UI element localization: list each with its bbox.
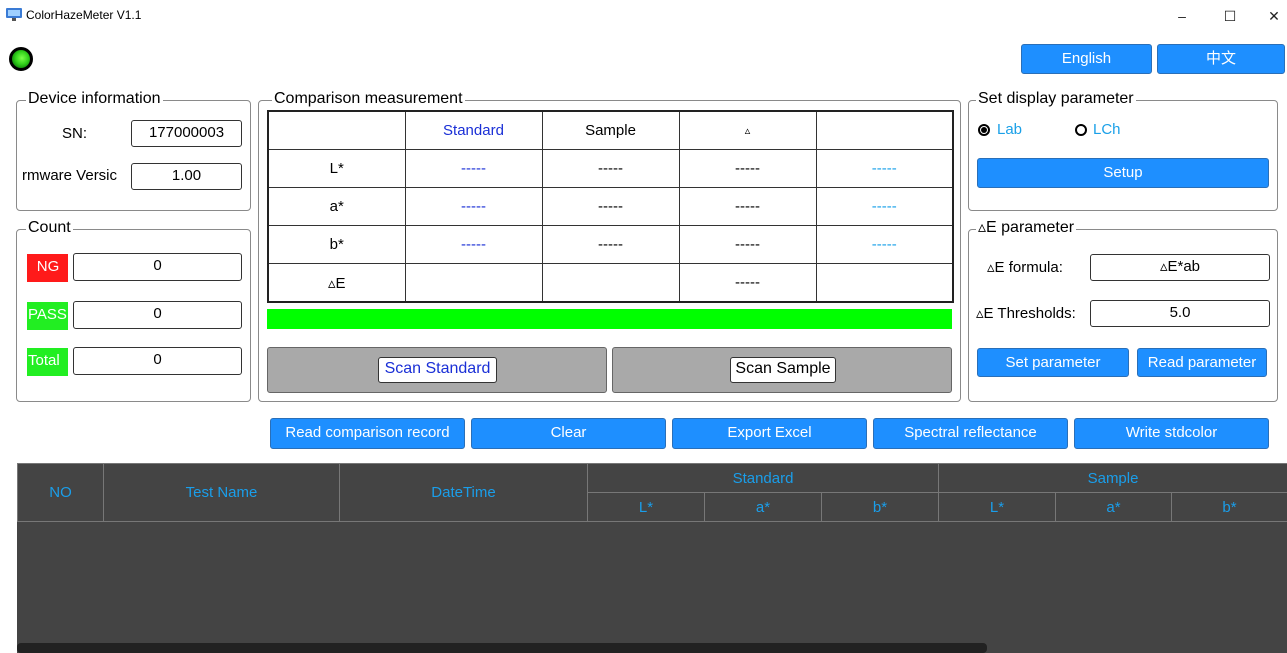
delta-value: -----	[678, 187, 817, 226]
minimize-button[interactable]: –	[1162, 4, 1202, 28]
de-thresholds-field[interactable]: 5.0	[1090, 300, 1270, 327]
row-label: a*	[267, 187, 406, 226]
comparison-header-row: Standard Sample ▵	[267, 110, 954, 150]
comparison-row-l: L* ----- ----- ----- -----	[267, 149, 954, 188]
col-header-standard-l[interactable]: L*	[587, 492, 705, 522]
header-sample: Sample	[541, 110, 680, 150]
spectral-reflectance-button[interactable]: Spectral reflectance	[873, 418, 1068, 449]
export-excel-button[interactable]: Export Excel	[672, 418, 867, 449]
sample-value: -----	[541, 187, 680, 226]
col-header-sample-l[interactable]: L*	[938, 492, 1057, 522]
col-header-no[interactable]: NO	[17, 463, 104, 522]
lch-radio[interactable]	[1075, 124, 1087, 136]
read-comparison-record-button[interactable]: Read comparison record	[270, 418, 465, 449]
delta-value: -----	[678, 225, 817, 264]
extra-value: -----	[815, 187, 954, 226]
header-delta: ▵	[678, 110, 817, 150]
ng-count-field: 0	[73, 253, 242, 281]
radio-selected-dot	[981, 127, 987, 133]
col-header-sample-a[interactable]: a*	[1055, 492, 1173, 522]
device-info-title: Device information	[26, 90, 163, 108]
lch-label[interactable]: LCh	[1093, 120, 1121, 140]
scan-sample-button[interactable]: Scan Sample	[730, 357, 836, 383]
comparison-row-b: b* ----- ----- ----- -----	[267, 225, 954, 264]
device-info-group	[16, 100, 251, 211]
total-badge: Total	[27, 348, 68, 376]
sample-value: -----	[541, 225, 680, 264]
standard-value: -----	[404, 149, 543, 188]
col-header-test-name[interactable]: Test Name	[103, 463, 340, 522]
pass-badge: PASS	[27, 302, 68, 330]
col-header-sample-b[interactable]: b*	[1171, 492, 1287, 522]
measurement-status-bar	[267, 309, 952, 329]
total-count-field: 0	[73, 347, 242, 375]
app-icon	[6, 8, 22, 21]
firmware-label: rmware Versic	[22, 167, 118, 184]
scan-standard-button[interactable]: Scan Standard	[378, 357, 497, 383]
comparison-row-de: ▵E -----	[267, 263, 954, 303]
title-bar: ColorHazeMeter V1.1 – ☐ ✕	[0, 0, 1287, 32]
connection-status-led	[9, 47, 33, 71]
standard-value: -----	[404, 225, 543, 264]
sample-value	[541, 263, 680, 303]
comparison-table: Standard Sample ▵ L* ----- ----- ----- -…	[267, 110, 954, 303]
results-grid[interactable]: NO Test Name DateTime Standard Sample L*…	[17, 463, 1287, 653]
row-label: ▵E	[267, 263, 406, 303]
extra-value: -----	[815, 149, 954, 188]
display-param-group	[968, 100, 1278, 211]
ng-badge: NG	[27, 254, 68, 282]
maximize-button[interactable]: ☐	[1210, 4, 1250, 28]
read-parameter-button[interactable]: Read parameter	[1137, 348, 1267, 377]
extra-value	[815, 263, 954, 303]
extra-value: -----	[815, 225, 954, 264]
de-param-title: ▵E parameter	[976, 219, 1077, 237]
col-header-standard-b[interactable]: b*	[820, 492, 940, 522]
sn-label: SN:	[62, 125, 88, 142]
header-standard: Standard	[404, 110, 543, 150]
count-title: Count	[26, 219, 73, 237]
set-parameter-button[interactable]: Set parameter	[977, 348, 1129, 377]
standard-value: -----	[404, 187, 543, 226]
col-group-sample: Sample	[938, 463, 1287, 493]
row-label: L*	[267, 149, 406, 188]
display-param-title: Set display parameter	[976, 90, 1136, 108]
de-formula-label: ▵E formula:	[987, 259, 1063, 276]
clear-button[interactable]: Clear	[471, 418, 666, 449]
setup-button[interactable]: Setup	[977, 158, 1269, 188]
results-header-table: NO Test Name DateTime Standard Sample L*…	[17, 463, 1287, 522]
col-header-datetime[interactable]: DateTime	[339, 463, 588, 522]
comparison-title: Comparison measurement	[272, 90, 465, 108]
row-label: b*	[267, 225, 406, 264]
lab-label[interactable]: Lab	[997, 120, 1022, 140]
pass-count-field: 0	[73, 301, 242, 329]
col-group-standard: Standard	[586, 463, 940, 493]
firmware-field: 1.00	[131, 163, 242, 190]
standard-value	[404, 263, 543, 303]
de-formula-field[interactable]: ▵E*ab	[1090, 254, 1270, 281]
sn-field: 177000003	[131, 120, 242, 147]
de-thresholds-label: ▵E Thresholds:	[976, 305, 1076, 322]
write-stdcolor-button[interactable]: Write stdcolor	[1074, 418, 1269, 449]
col-header-standard-a[interactable]: a*	[704, 492, 822, 522]
delta-value: -----	[678, 263, 817, 303]
header-cell	[815, 110, 954, 150]
delta-value: -----	[678, 149, 817, 188]
header-cell	[267, 110, 406, 150]
chinese-button[interactable]: 中文	[1157, 44, 1285, 74]
close-button[interactable]: ✕	[1254, 4, 1287, 28]
comparison-row-a: a* ----- ----- ----- -----	[267, 187, 954, 226]
horizontal-scrollbar[interactable]	[17, 643, 987, 653]
sample-value: -----	[541, 149, 680, 188]
lab-radio[interactable]	[978, 124, 990, 136]
english-button[interactable]: English	[1021, 44, 1152, 74]
window-title: ColorHazeMeter V1.1	[26, 8, 142, 22]
